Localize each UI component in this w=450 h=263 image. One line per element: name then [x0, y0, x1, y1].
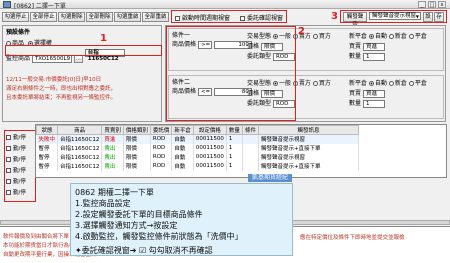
cond1-auto[interactable] — [368, 34, 374, 39]
symbol-picker-button[interactable]: … — [73, 55, 83, 63]
check-restart-button[interactable]: 勾選重啟 — [114, 12, 141, 22]
col-trigger-msg[interactable]: 觸發訊息 — [257, 125, 359, 135]
app-icon — [3, 1, 11, 8]
check-stop-button[interactable]: 勾選停止 — [2, 12, 29, 22]
symbol-input[interactable]: TXO16500L9 — [31, 55, 72, 63]
order-grid: 狀態 商品 買賣別 價格類別 委託價 新平倉 設定價格 數量 條件 觸發訊息 失… — [35, 124, 447, 178]
table-row[interactable]: 暫停 台指11650C12 賣出 限價 ROD 自動 00011500 1 觸發聲音提示視窗 — [36, 152, 359, 162]
cond1-close[interactable] — [408, 34, 414, 39]
col-set-price[interactable]: 設定價格 — [192, 125, 227, 135]
marker-1: 1 — [100, 33, 107, 44]
sound-highlight — [340, 10, 447, 23]
close-button[interactable]: x — [438, 1, 446, 8]
monitor-notes: 12/11一般交易:市價委託[0]日]早10日 滿足右側條件之一時，即也出相對應… — [6, 77, 117, 101]
window-title: [0862] 二擇一下單 — [14, 3, 66, 10]
cond2-auto[interactable] — [368, 81, 374, 86]
monitor-header: 預設條件 — [6, 29, 31, 36]
conditions-highlight — [166, 26, 296, 121]
col-cond[interactable]: 條件 — [241, 125, 259, 135]
restart-all-button[interactable]: 全部重啟 — [142, 12, 169, 22]
maximize-button[interactable]: □ — [428, 1, 436, 8]
brand-tag: 凱基期貨經紀 — [247, 174, 292, 182]
grid-header: 狀態 商品 買賣別 價格類別 委託價 新平倉 設定價格 數量 條件 觸發訊息 — [35, 125, 359, 135]
check-delete-button[interactable]: 勾選刪除 — [58, 12, 85, 22]
col-status[interactable]: 狀態 — [35, 125, 59, 135]
col-price-type[interactable]: 價格類別 — [122, 125, 151, 135]
toggle-highlight — [4, 130, 36, 202]
table-row[interactable]: 暫停 台指11650C12 賣出 限價 ROD 自動 00011500 1 觸發聲音提示+直接下… — [36, 161, 359, 171]
col-side[interactable]: 買賣別 — [101, 125, 124, 135]
col-qty[interactable]: 數量 — [225, 125, 243, 135]
delete-all-button[interactable]: 全部刪除 — [86, 12, 113, 22]
minimize-button[interactable]: _ — [418, 1, 426, 8]
help-overlay: 凱基期貨經紀 0862 期權二擇一下單 1.監控商品設定 2.設定觸發委託下單的… — [70, 174, 293, 256]
table-row[interactable]: 暫停 台指11650C12 賣出 限價 ROD 自動 00011500 1 觸發聲音提示+直接下… — [36, 143, 359, 153]
col-openclose[interactable]: 新平倉 — [171, 125, 194, 135]
stop-all-button[interactable]: 全部停止 — [30, 12, 57, 22]
cond2-buysell-select[interactable]: 買進 — [362, 90, 385, 98]
monitor-panel: 預設條件 商品 選擇權 監控商品 TXO16500L9 … 台指11650C12… — [2, 25, 162, 122]
cond1-qty-input[interactable]: 1 — [362, 53, 385, 61]
col-symbol[interactable]: 商品 — [57, 125, 103, 135]
marker-2: 2 — [298, 26, 305, 37]
col-order-type[interactable]: 委託價 — [149, 125, 173, 135]
option-highlight — [171, 10, 287, 23]
cond2-qty-input[interactable]: 1 — [362, 100, 385, 108]
cond1-trade-buy[interactable] — [312, 34, 318, 39]
marker-3: 3 — [331, 11, 338, 22]
cond1-buysell-select[interactable]: 買進 — [362, 43, 385, 51]
table-row[interactable]: 失敗中 台指11650C12 買進 限價 ROD 自動 00011500 1 觸發聲音提示視窗 — [36, 134, 359, 144]
toolbar: 勾選停止 全部停止 勾選刪除 全部刪除 勾選重啟 全部重啟 啟動時間週期視窗 委… — [0, 10, 450, 28]
title-bar: [0862] 二擇一下單 _ □ x — [0, 0, 450, 10]
cond2-close[interactable] — [408, 81, 414, 86]
cond1-new[interactable] — [388, 34, 394, 39]
bottom-right-note: 應在特定價位及條件下即時地並提交並報檢 — [300, 235, 405, 241]
cond2-trade-buy[interactable] — [312, 81, 318, 86]
cond2-new[interactable] — [388, 81, 394, 86]
symbol-highlight — [5, 45, 162, 56]
